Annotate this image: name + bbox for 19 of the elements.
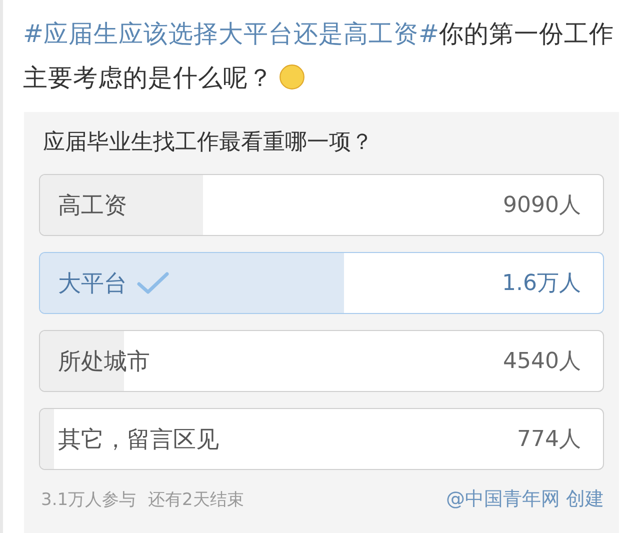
time-remaining: 还有2天结束 <box>148 488 244 510</box>
vote-count: 1.6万人 <box>502 270 581 298</box>
participant-count: 3.1万人参与 <box>41 488 136 510</box>
checkmark-icon <box>137 271 169 295</box>
vote-count: 9090人 <box>503 192 581 220</box>
option-label: 高工资 <box>58 192 127 220</box>
option-label: 其它，留言区见 <box>58 426 219 454</box>
option-label: 大平台 <box>58 270 127 298</box>
vote-count: 4540人 <box>503 348 581 376</box>
post-text: #应届生应该选择大平台还是高工资#你的第一份工作主要考虑的是什么呢？ <box>22 18 616 94</box>
poll-option[interactable]: 所处城市 4540人 <box>39 330 604 392</box>
vote-count: 774人 <box>517 426 581 454</box>
poll-option[interactable]: 大平台 1.6万人 <box>39 252 604 314</box>
option-label: 所处城市 <box>58 348 150 376</box>
poll-option[interactable]: 其它，留言区见 774人 <box>39 408 604 470</box>
hashtag-link[interactable]: #应届生应该选择大平台还是高工资# <box>23 19 440 48</box>
emoji-icon <box>279 64 305 90</box>
poll-option[interactable]: 高工资 9090人 <box>39 174 604 236</box>
poll-title: 应届毕业生找工作最看重哪一项？ <box>43 129 374 157</box>
